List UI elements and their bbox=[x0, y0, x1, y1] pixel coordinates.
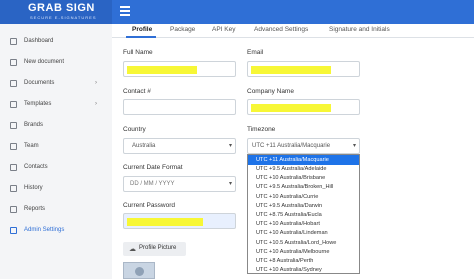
redaction-mark bbox=[251, 66, 331, 74]
sidebar-item-templates[interactable]: Templates › bbox=[0, 97, 112, 111]
tab-signature-initials[interactable]: Signature and Initials bbox=[329, 26, 390, 33]
chevron-right-icon: › bbox=[95, 80, 97, 86]
chevron-down-icon: ▾ bbox=[228, 143, 232, 149]
sidebar-item-label: Documents bbox=[24, 80, 55, 86]
dashboard-icon bbox=[10, 37, 17, 45]
tab-profile[interactable]: Profile bbox=[132, 26, 152, 33]
timezone-option[interactable]: UTC +11 Australia/Macquarie bbox=[248, 155, 359, 165]
tab-package[interactable]: Package bbox=[170, 26, 195, 33]
menu-toggle-icon[interactable] bbox=[120, 6, 130, 16]
timezone-option[interactable]: UTC +9.5 Australia/Broken_Hill bbox=[248, 183, 359, 193]
current-password-label: Current Password bbox=[123, 202, 176, 209]
avatar bbox=[123, 262, 155, 279]
timezone-dropdown-list: UTC +11 Australia/Macquarie UTC +9.5 Aus… bbox=[247, 154, 360, 274]
active-tab-indicator bbox=[126, 36, 156, 38]
chevron-right-icon: › bbox=[95, 101, 97, 107]
new-document-icon bbox=[10, 58, 17, 66]
sidebar-item-label: New document bbox=[24, 59, 65, 65]
country-label: Country bbox=[123, 126, 146, 133]
logo-tagline: SECURE E-SIGNATURES bbox=[30, 15, 97, 20]
redaction-mark bbox=[127, 66, 197, 74]
chevron-down-icon: ▾ bbox=[228, 181, 232, 187]
team-icon bbox=[10, 142, 17, 150]
logo-text: GRAB SIGN bbox=[28, 2, 95, 14]
timezone-option[interactable]: UTC +10 Australia/Hobart bbox=[248, 219, 359, 229]
logo[interactable]: GRAB SIGN SECURE E-SIGNATURES bbox=[0, 0, 112, 24]
country-value: Australia bbox=[132, 143, 156, 149]
date-format-select[interactable]: DD / MM / YYYY ▾ bbox=[123, 176, 236, 192]
contact-field[interactable] bbox=[123, 99, 236, 115]
sidebar-item-team[interactable]: Team bbox=[0, 139, 112, 153]
timezone-option[interactable]: UTC +10.5 Australia/Lord_Howe bbox=[248, 238, 359, 248]
sidebar-item-new-document[interactable]: New document bbox=[0, 55, 112, 69]
sidebar-item-admin-settings[interactable]: Admin Settings bbox=[0, 223, 112, 237]
timezone-option[interactable]: UTC +9.5 Australia/Darwin bbox=[248, 201, 359, 211]
reports-icon bbox=[10, 205, 17, 213]
sidebar: Dashboard New document Documents › Templ… bbox=[0, 24, 112, 279]
timezone-select[interactable]: UTC +11 Australia/Macquarie ▾ bbox=[247, 138, 360, 154]
brands-icon bbox=[10, 121, 17, 129]
timezone-option[interactable]: UTC +10 Australia/Sydney bbox=[248, 265, 359, 273]
timezone-option[interactable]: UTC +10 Australia/Currie bbox=[248, 192, 359, 202]
chevron-down-icon: ▾ bbox=[352, 143, 356, 149]
country-select[interactable]: Australia ▾ bbox=[123, 138, 236, 154]
history-icon bbox=[10, 184, 17, 192]
tab-advanced-settings[interactable]: Advanced Settings bbox=[254, 26, 308, 33]
avatar-placeholder-icon bbox=[135, 267, 144, 276]
sidebar-item-brands[interactable]: Brands bbox=[0, 118, 112, 132]
redaction-mark bbox=[127, 218, 203, 226]
timezone-option[interactable]: UTC +8.75 Australia/Eucla bbox=[248, 210, 359, 220]
contacts-icon bbox=[10, 163, 17, 171]
admin-settings-icon bbox=[10, 226, 17, 234]
sidebar-item-reports[interactable]: Reports bbox=[0, 202, 112, 216]
documents-icon bbox=[10, 79, 17, 87]
profile-picture-button[interactable]: ☁ Profile Picture bbox=[123, 242, 186, 256]
top-bar: GRAB SIGN SECURE E-SIGNATURES bbox=[0, 0, 474, 24]
sidebar-item-label: Reports bbox=[24, 206, 46, 212]
timezone-option[interactable]: UTC +10 Australia/Lindeman bbox=[248, 229, 359, 239]
sidebar-item-label: Dashboard bbox=[24, 38, 54, 44]
sidebar-item-history[interactable]: History bbox=[0, 181, 112, 195]
company-label: Company Name bbox=[247, 88, 294, 95]
sidebar-item-label: Brands bbox=[24, 122, 44, 128]
sidebar-item-label: Templates bbox=[24, 101, 52, 107]
cloud-upload-icon: ☁ bbox=[129, 246, 136, 253]
sidebar-item-contacts[interactable]: Contacts bbox=[0, 160, 112, 174]
timezone-option[interactable]: UTC +10 Australia/Brisbane bbox=[248, 173, 359, 183]
redaction-mark bbox=[251, 104, 331, 112]
sidebar-item-label: History bbox=[24, 185, 43, 191]
sidebar-item-dashboard[interactable]: Dashboard bbox=[0, 34, 112, 48]
sidebar-item-documents[interactable]: Documents › bbox=[0, 76, 112, 90]
tab-api-key[interactable]: API Key bbox=[212, 26, 235, 33]
templates-icon bbox=[10, 100, 17, 108]
timezone-label: Timezone bbox=[247, 126, 276, 133]
full-name-label: Full Name bbox=[123, 49, 153, 56]
date-format-label: Current Date Format bbox=[123, 164, 183, 171]
timezone-option[interactable]: UTC +10 Australia/Melbourne bbox=[248, 247, 359, 257]
sidebar-item-label: Team bbox=[24, 143, 39, 149]
timezone-option[interactable]: UTC +8 Australia/Perth bbox=[248, 256, 359, 266]
sidebar-item-label: Admin Settings bbox=[24, 227, 65, 233]
timezone-value: UTC +11 Australia/Macquarie bbox=[252, 143, 331, 149]
contact-label: Contact # bbox=[123, 88, 151, 95]
profile-picture-label: Profile Picture bbox=[139, 245, 177, 251]
email-label: Email bbox=[247, 49, 264, 56]
sidebar-item-label: Contacts bbox=[24, 164, 48, 170]
date-format-value: DD / MM / YYYY bbox=[130, 181, 175, 187]
timezone-option[interactable]: UTC +9.5 Australia/Adelaide bbox=[248, 164, 359, 174]
